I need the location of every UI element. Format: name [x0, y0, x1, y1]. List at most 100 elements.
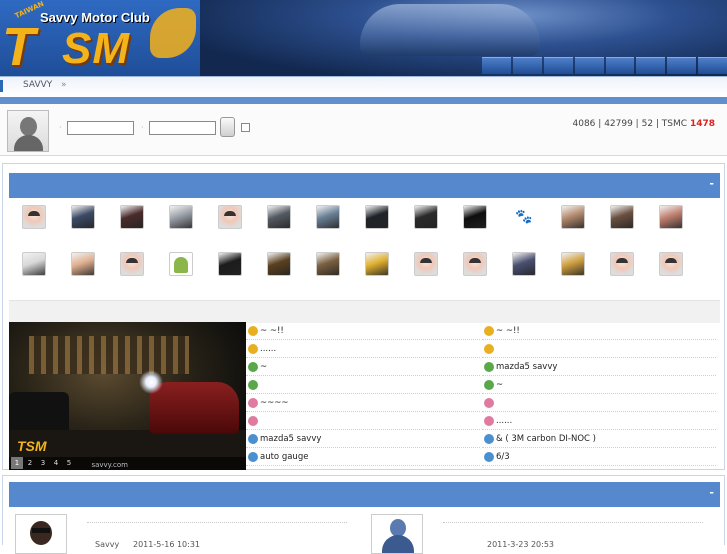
topic-row[interactable] [246, 412, 480, 430]
topic-title-link[interactable]: 6/3 [496, 452, 510, 462]
member-avatar-car-photo[interactable] [316, 205, 340, 229]
nav-tab-7[interactable] [667, 57, 697, 74]
topic-row[interactable]: mazda5 savvy [482, 358, 716, 376]
slide-page-4[interactable]: 4 [50, 457, 62, 469]
member-avatar-paw-print[interactable]: 🐾 [512, 205, 536, 229]
nav-tab-5[interactable] [605, 57, 635, 74]
topic-row[interactable] [482, 340, 716, 358]
topic-row[interactable]: ~~~~ [246, 394, 480, 412]
member-thumb-cell: 🐾 [503, 205, 552, 229]
topic-title-link[interactable]: ~ ~!! [496, 326, 520, 336]
nav-tab-2[interactable] [512, 57, 542, 74]
topic-title-link[interactable]: ~ [260, 362, 267, 372]
member-avatar-black-car[interactable] [463, 205, 487, 229]
topic-title-link[interactable]: & ( 3M carbon DI-NOC ) [496, 434, 596, 444]
topic-row[interactable]: auto gauge [246, 448, 480, 466]
member-avatar-default-avatar[interactable] [414, 252, 438, 276]
login-button[interactable] [220, 117, 235, 137]
member-avatar-default-avatar[interactable] [218, 205, 242, 229]
topic-row[interactable]: mazda5 savvy [246, 430, 480, 448]
member-avatar-rear-car[interactable] [267, 252, 291, 276]
topic-bubble-icon [248, 362, 258, 372]
topic-row[interactable]: ...... [482, 412, 716, 430]
topic-row[interactable]: ~ [482, 376, 716, 394]
topic-row[interactable]: ...... [246, 340, 480, 358]
remember-me-checkbox[interactable] [241, 123, 250, 132]
password-field[interactable] [149, 121, 216, 135]
member-thumb-cell [503, 252, 552, 276]
topic-title-link[interactable]: ~~~~ [260, 398, 289, 408]
password-label-dot: · [141, 123, 144, 132]
member-avatar-default-avatar[interactable] [610, 252, 634, 276]
topic-bubble-icon [484, 362, 494, 372]
topic-row[interactable] [246, 376, 480, 394]
topic-title-link[interactable]: ...... [496, 416, 512, 426]
topic-title-link[interactable]: mazda5 savvy [260, 434, 321, 444]
slide-page-5[interactable]: 5 [63, 457, 75, 469]
member-avatar-person-photo[interactable] [561, 205, 585, 229]
member-avatar-dark-car[interactable] [365, 205, 389, 229]
member-avatar-car-photo[interactable] [267, 205, 291, 229]
topic-row[interactable]: & ( 3M carbon DI-NOC ) [482, 430, 716, 448]
banner-nav-tabs [482, 57, 727, 74]
topic-list-right: ~ ~!! mazda5 savvy ~...... & ( 3M carbon DI… [482, 322, 716, 466]
member-avatar-person-photo[interactable] [610, 205, 634, 229]
member-avatar-android-robot[interactable] [169, 252, 193, 276]
slide-page-3[interactable]: 3 [37, 457, 49, 469]
section-subheader [9, 300, 720, 323]
topic-row[interactable]: ~ ~!! [482, 322, 716, 340]
member-avatar-night-car[interactable] [414, 205, 438, 229]
topic-bubble-icon [248, 416, 258, 426]
guest-avatar [7, 110, 49, 152]
nav-tab-8[interactable] [698, 57, 727, 74]
site-logo[interactable]: TAIWAN T Savvy Motor Club SM [0, 0, 200, 76]
topic-title-link[interactable]: auto gauge [260, 452, 308, 462]
member-avatar-car-wheel[interactable] [71, 205, 95, 229]
topic-row[interactable]: ~ [246, 358, 480, 376]
member-thumb-cell [307, 252, 356, 276]
member-avatar-default-avatar[interactable] [120, 252, 144, 276]
topic-row[interactable]: ~ ~!! [246, 322, 480, 340]
member-avatar-person-photo[interactable] [659, 205, 683, 229]
username-field[interactable] [67, 121, 134, 135]
nav-tab-1[interactable] [482, 57, 511, 74]
featured-member-avatar-1[interactable] [15, 514, 67, 554]
member-avatar-group-photo[interactable] [512, 252, 536, 276]
member-avatar-cartoon-face[interactable] [316, 252, 340, 276]
nav-tab-3[interactable] [543, 57, 573, 74]
member-avatar-default-avatar[interactable] [659, 252, 683, 276]
topic-title-link[interactable]: ~ [496, 380, 503, 390]
topic-bubble-icon [248, 380, 258, 390]
member-avatar-cartoon-character[interactable] [365, 252, 389, 276]
member-avatar-default-avatar[interactable] [463, 252, 487, 276]
collapse-toggle-2[interactable]: - [709, 486, 714, 499]
member-avatar-white-car[interactable] [22, 252, 46, 276]
collapse-toggle[interactable]: - [709, 177, 714, 190]
breadcrumb-home-link[interactable]: SAVVY [23, 80, 52, 90]
member-avatar-silver-car[interactable] [169, 205, 193, 229]
topic-title-link[interactable]: ...... [260, 344, 276, 354]
member-avatar-child-photo[interactable] [561, 252, 585, 276]
slide-page-2[interactable]: 2 [24, 457, 36, 469]
avatar-hair-icon [28, 211, 40, 216]
topic-bubble-icon [484, 380, 494, 390]
member-avatar-default-avatar[interactable] [22, 205, 46, 229]
topic-row[interactable]: 6/3 [482, 448, 716, 466]
slide-building [29, 336, 189, 374]
featured-member-avatar-2[interactable] [371, 514, 423, 554]
banner-car-highlight [360, 4, 540, 56]
topic-bubble-icon [248, 398, 258, 408]
photo-slideshow[interactable]: TSM 12345 savvy.com [9, 322, 246, 470]
member-avatar-dark-figure[interactable] [218, 252, 242, 276]
topic-title-link[interactable]: ~ ~!! [260, 326, 284, 336]
topic-row[interactable] [482, 394, 716, 412]
logo-cat-icon [150, 8, 196, 58]
member-thumb-cell [62, 205, 111, 229]
nav-tab-6[interactable] [636, 57, 666, 74]
member-avatar-baby-photo[interactable] [71, 252, 95, 276]
topic-title-link[interactable]: mazda5 savvy [496, 362, 557, 372]
slide-page-1[interactable]: 1 [11, 457, 23, 469]
nav-tab-4[interactable] [574, 57, 604, 74]
member-hair-icon [30, 521, 52, 545]
member-avatar-couple-photo[interactable] [120, 205, 144, 229]
